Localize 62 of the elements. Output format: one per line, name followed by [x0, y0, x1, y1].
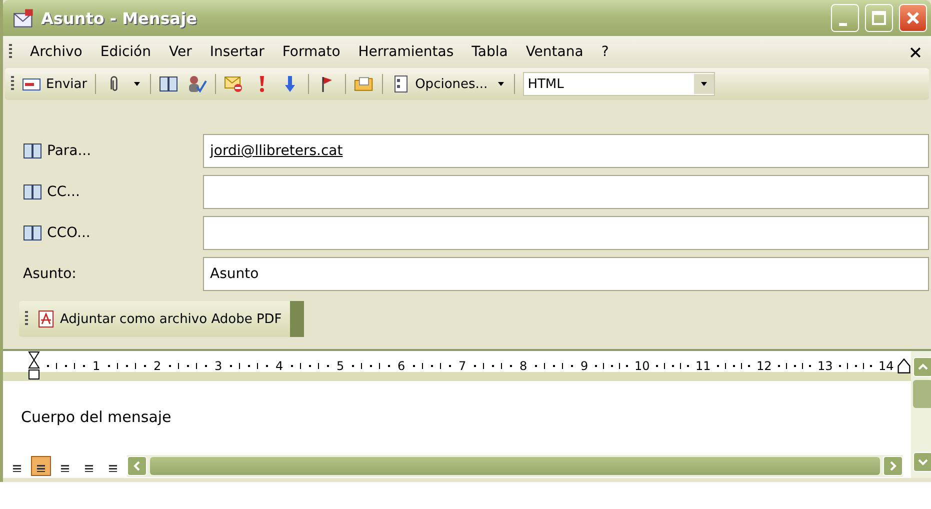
menu-item[interactable]: Tabla	[472, 44, 508, 60]
send-button[interactable]: Enviar	[22, 75, 88, 93]
window-title: Asunto - Mensaje	[41, 8, 197, 28]
maximize-button[interactable]	[865, 4, 893, 32]
message-body[interactable]: Cuerpo del mensaje	[3, 381, 911, 453]
ruler-number: 10	[634, 359, 650, 373]
address-book-icon[interactable]	[159, 75, 180, 93]
maximize-icon	[869, 8, 889, 28]
ruler-number: 11	[696, 359, 711, 373]
minimize-button[interactable]	[831, 4, 859, 32]
ruler-number: 5	[336, 359, 344, 373]
menu-item[interactable]: Herramientas	[358, 44, 454, 60]
ruler-number: 1	[92, 359, 100, 373]
envelope-icon[interactable]	[224, 75, 244, 93]
ruler-number: 14	[878, 359, 894, 373]
address-button[interactable]: CCO...	[23, 224, 203, 242]
ruler-number: 4	[276, 359, 284, 373]
scroll-thumb[interactable]	[150, 456, 880, 474]
input-field[interactable]: Asunto	[203, 257, 929, 291]
toolbar-options-button[interactable]	[290, 301, 304, 337]
scroll-right-button[interactable]	[883, 456, 903, 476]
options-button[interactable]: Opciones...	[391, 75, 488, 93]
grip-handle[interactable]	[9, 44, 12, 60]
input-field[interactable]: jordi@llibreters.cat	[203, 134, 929, 168]
pdf-icon	[36, 310, 56, 328]
format-dropdown[interactable]: HTML	[522, 72, 715, 96]
close-icon[interactable]	[910, 46, 921, 58]
field-label: Asunto:	[23, 266, 78, 282]
scroll-thumb[interactable]	[913, 380, 931, 408]
ruler-number: 8	[520, 359, 528, 373]
menu-item[interactable]: ?	[601, 44, 609, 60]
ruler-number: 2	[154, 359, 162, 373]
ruler-number: 6	[398, 359, 406, 373]
grip-handle[interactable]	[11, 76, 14, 92]
menu-item[interactable]: Edición	[100, 44, 151, 60]
person-check-icon[interactable]	[187, 75, 208, 93]
vertical-scrollbar[interactable]	[911, 351, 931, 478]
ruler-number: 12	[756, 359, 772, 373]
ruler-number: 13	[818, 359, 833, 373]
close-button[interactable]	[899, 4, 927, 32]
pdf-attach-button[interactable]: Adjuntar como archivo Adobe PDF	[36, 310, 282, 328]
folder-icon[interactable]	[354, 75, 374, 93]
input-field[interactable]	[203, 175, 929, 209]
minimize-icon	[839, 22, 847, 26]
address-button[interactable]: CC...	[23, 183, 203, 201]
view-button[interactable]	[31, 456, 51, 476]
grip-handle[interactable]	[25, 311, 28, 327]
menu-item[interactable]: Ver	[169, 44, 192, 60]
menu-item[interactable]: Insertar	[210, 44, 264, 60]
ruler-number: 9	[580, 359, 588, 373]
ruler-number: 3	[214, 359, 222, 373]
address-button[interactable]: Para...	[23, 142, 203, 160]
menu-item[interactable]: Formato	[282, 44, 340, 60]
body-text: Cuerpo del mensaje	[21, 408, 172, 426]
menu-item[interactable]: Archivo	[30, 44, 82, 60]
input-field[interactable]	[203, 216, 929, 250]
horizontal-scrollbar[interactable]	[127, 454, 903, 476]
ruler-number: 7	[458, 359, 466, 373]
menu-item[interactable]: Ventana	[526, 44, 584, 60]
envelope-icon	[13, 8, 35, 28]
indent-marker-icon[interactable]	[27, 351, 41, 381]
scroll-down-button[interactable]	[913, 452, 931, 472]
